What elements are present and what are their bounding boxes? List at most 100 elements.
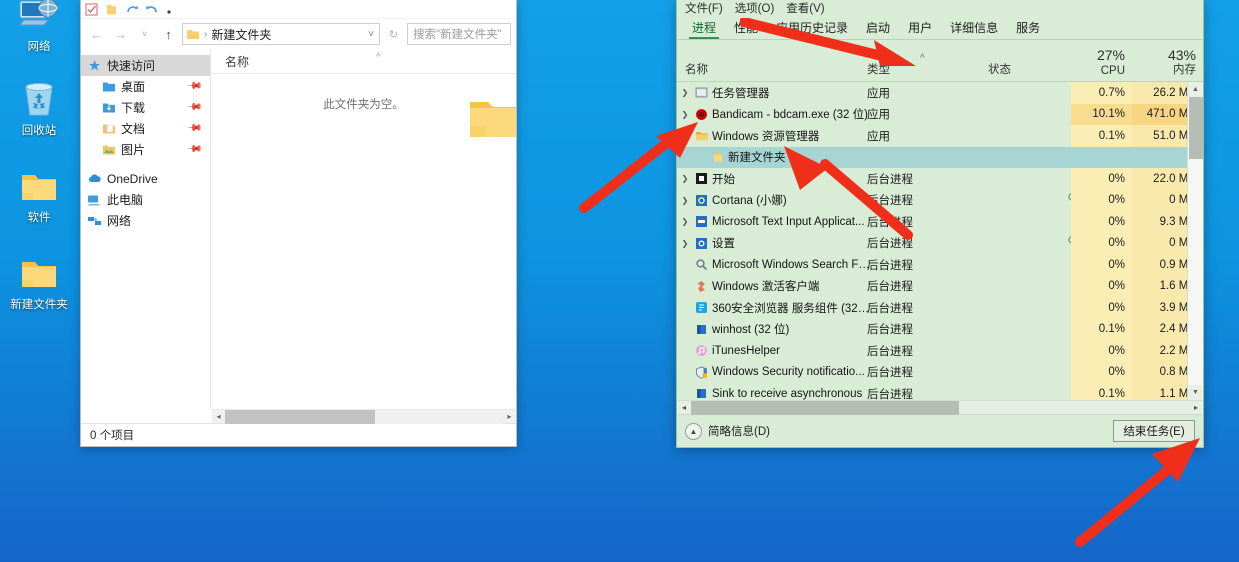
process-type: 后台进程 <box>867 388 913 400</box>
chevron-right-icon[interactable]: ❯ <box>677 110 693 119</box>
arrow-left-icon[interactable]: ← <box>86 24 107 45</box>
chevron-right-icon[interactable]: ❯ <box>677 239 693 248</box>
chevron-down-icon[interactable]: ▼ <box>677 131 693 140</box>
process-row[interactable]: ❯ Microsoft Text Input Applicat... 后台进程 0% 9… <box>677 211 1187 233</box>
chevron-right-icon[interactable]: ❯ <box>677 88 693 97</box>
tab-details[interactable]: 详细信息 <box>941 16 1007 39</box>
process-row[interactable]: 新建文件夹 <box>677 146 1187 168</box>
breadcrumb[interactable]: › 新建文件夹 ˅ <box>182 23 380 45</box>
column-header-name[interactable]: 名称 <box>685 61 708 81</box>
column-header-cpu[interactable]: CPU <box>1071 65 1125 81</box>
process-row[interactable]: 360安全浏览器 服务组件 (32 位)后台进程 0%3.9 MB <box>677 297 1187 319</box>
customize-dropdown-icon[interactable] <box>165 3 173 16</box>
process-name: 开始 <box>712 173 735 186</box>
column-header-type[interactable]: 类型 <box>867 61 890 81</box>
scroll-left-icon[interactable]: ◂ <box>677 403 691 412</box>
scrollbar-thumb[interactable] <box>225 409 375 424</box>
menu-bar[interactable]: 文件(F) 选项(O) 查看(V) <box>677 0 1203 16</box>
sidebar-item-desktop[interactable]: 桌面 📌 <box>81 76 210 97</box>
tab-performance[interactable]: 性能 <box>725 16 767 39</box>
process-row[interactable]: ❯ Cortana (小娜) 后台进程 0%0 MB <box>677 189 1187 211</box>
process-list[interactable]: ❯任务管理器应用0.7%26.2 MB❯Bandicam - bdcam.exe… <box>677 82 1187 400</box>
sidebar-item-this-pc[interactable]: 此电脑 <box>81 189 210 210</box>
redo-icon[interactable] <box>125 3 138 16</box>
tab-processes[interactable]: 进程 <box>683 16 725 39</box>
memory-value: 3.9 MB <box>1132 297 1187 319</box>
scrollbar-track[interactable] <box>225 409 503 424</box>
process-row[interactable]: ❯ Bandicam - bdcam.exe (32 位) 应用 10.1% 471.0… <box>677 103 1187 125</box>
file-list-area[interactable]: 此文件夹为空。 <box>211 74 516 409</box>
tab-app-history[interactable]: 应用历史记录 <box>767 16 857 39</box>
refresh-icon[interactable]: ↻ <box>383 24 404 45</box>
properties-icon[interactable] <box>85 3 98 16</box>
horizontal-scrollbar[interactable]: ◂ ▸ <box>212 409 516 424</box>
pin-icon[interactable]: 📌 <box>185 78 202 95</box>
process-row[interactable]: Windows 激活客户端 后台进程 0%1.6 MB <box>677 275 1187 297</box>
process-row[interactable]: winhost (32 位) 后台进程 0.1%2.4 MB <box>677 318 1187 340</box>
desktop-icon-network[interactable]: 网络 <box>0 0 78 54</box>
sidebar-item-onedrive[interactable]: OneDrive <box>81 168 210 189</box>
sidebar-item-quick-access[interactable]: 快速访问 <box>81 55 210 76</box>
process-column-headers[interactable]: 名称 类型 状态 ^ 27% CPU 43% 内存 <box>677 40 1203 82</box>
vertical-scrollbar[interactable]: ▲ ▼ <box>1187 82 1203 400</box>
chevron-down-icon[interactable]: ˅ <box>134 24 155 45</box>
scroll-left-icon[interactable]: ◂ <box>212 412 225 421</box>
desktop-icon-recycle-bin[interactable]: 回收站 <box>0 76 78 138</box>
file-explorer-window[interactable]: ← → ˅ ↑ › 新建文件夹 ˅ ↻ 搜索"新建文件夹" 快速访问 桌面 📌 … <box>80 0 517 447</box>
process-row[interactable]: ▼ Windows 资源管理器 应用 0.1%51.0 MB <box>677 125 1187 147</box>
scroll-right-icon[interactable]: ▸ <box>1189 403 1203 412</box>
scroll-up-icon[interactable]: ▲ <box>1187 82 1203 97</box>
pin-icon[interactable]: 📌 <box>185 99 202 116</box>
scrollbar-track[interactable] <box>1187 97 1203 385</box>
sidebar-item-pictures[interactable]: 图片 📌 <box>81 139 210 160</box>
scroll-down-icon[interactable]: ▼ <box>1187 385 1203 400</box>
column-header-name[interactable]: 名称 <box>225 53 249 70</box>
horizontal-scrollbar[interactable]: ◂ ▸ <box>677 400 1203 415</box>
chevron-right-icon[interactable]: ❯ <box>677 217 693 226</box>
scrollbar-thumb[interactable] <box>691 400 959 415</box>
fewer-details-button[interactable]: ▲ 简略信息(D) <box>685 422 770 440</box>
process-row[interactable]: iTunesHelper 后台进程 0%2.2 MB <box>677 340 1187 362</box>
desktop-icon-new-folder[interactable]: 新建文件夹 <box>0 250 78 312</box>
task-manager-window[interactable]: 文件(F) 选项(O) 查看(V) 进程 性能 应用历史记录 启动 用户 详细信… <box>676 0 1204 448</box>
chevron-right-icon[interactable]: ❯ <box>677 196 693 205</box>
menu-view[interactable]: 查看(V) <box>786 0 824 16</box>
menu-file[interactable]: 文件(F) <box>685 0 723 16</box>
arrow-right-icon[interactable]: → <box>110 24 131 45</box>
cpu-value: 0.1% <box>1071 125 1132 147</box>
pin-icon[interactable]: 📌 <box>185 141 202 158</box>
column-header-status[interactable]: 状态 <box>988 61 1011 81</box>
process-row[interactable]: Sink to receive asynchronous 后台进程 0.1% 1.1 … <box>677 383 1187 400</box>
tab-services[interactable]: 服务 <box>1007 16 1049 39</box>
undo-icon[interactable] <box>145 3 158 16</box>
chevron-down-icon[interactable]: ˅ <box>368 29 374 40</box>
desktop-icon-software-folder[interactable]: 软件 <box>0 163 78 225</box>
scrollbar-track[interactable] <box>691 400 1189 415</box>
navigation-pane[interactable]: 快速访问 桌面 📌 下载 📌 文档 📌 图片 📌 OneDrive 此电脑 网络 <box>81 49 211 409</box>
menu-options[interactable]: 选项(O) <box>735 0 775 16</box>
sidebar-item-network[interactable]: 网络 <box>81 210 210 231</box>
end-task-button[interactable]: 结束任务(E) <box>1113 420 1195 442</box>
arrow-up-icon[interactable]: ↑ <box>158 24 179 45</box>
new-folder-icon[interactable] <box>105 3 118 16</box>
quick-access-toolbar[interactable] <box>81 0 516 19</box>
chevron-right-icon[interactable]: ❯ <box>677 174 693 183</box>
start-icon <box>693 172 710 185</box>
process-row[interactable]: ❯ 开始 后台进程 0%22.0 MB <box>677 168 1187 190</box>
column-header-memory[interactable]: 内存 <box>1132 61 1196 81</box>
scrollbar-thumb[interactable] <box>1188 97 1203 159</box>
process-row[interactable]: Microsoft Windows Search Fi... 后台进程 0% 0.9 … <box>677 254 1187 276</box>
process-row[interactable]: ❯ 任务管理器 应用 0.7%26.2 MB <box>677 82 1187 104</box>
search-input[interactable]: 搜索"新建文件夹" <box>407 23 511 45</box>
tab-bar[interactable]: 进程 性能 应用历史记录 启动 用户 详细信息 服务 <box>677 16 1203 40</box>
process-row[interactable]: ❯ 设置 后台进程 0%0 MB <box>677 232 1187 254</box>
pin-icon[interactable]: 📌 <box>185 120 202 137</box>
scroll-right-icon[interactable]: ▸ <box>503 412 516 421</box>
pictures-icon <box>101 142 116 157</box>
tab-startup[interactable]: 启动 <box>857 16 899 39</box>
sidebar-item-downloads[interactable]: 下载 📌 <box>81 97 210 118</box>
column-header-row[interactable]: 名称 ^ <box>211 49 516 74</box>
tab-users[interactable]: 用户 <box>899 16 941 39</box>
sidebar-item-documents[interactable]: 文档 📌 <box>81 118 210 139</box>
process-row[interactable]: Windows Security notificatio... 后台进程 0% 0.8… <box>677 361 1187 383</box>
